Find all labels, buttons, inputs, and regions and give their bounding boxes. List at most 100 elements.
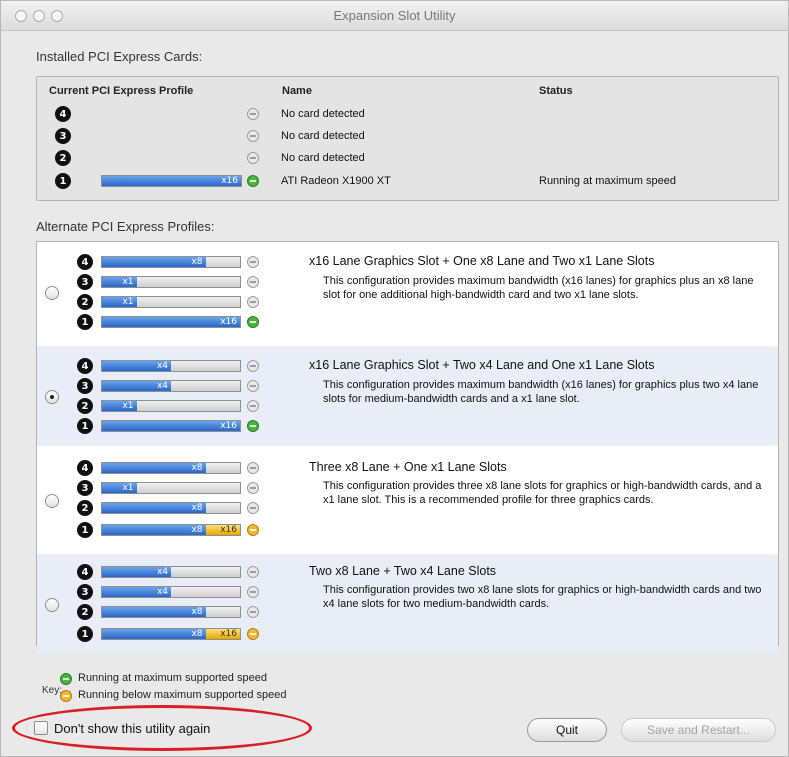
status-idle-icon bbox=[247, 360, 259, 372]
lane-bar: x4 bbox=[101, 380, 241, 392]
lane-fill: x1 bbox=[102, 401, 137, 411]
lane-bar: x16 bbox=[101, 420, 241, 432]
alternate-section-label: Alternate PCI Express Profiles: bbox=[36, 219, 215, 234]
lane-fill: x4 bbox=[102, 381, 171, 391]
header-profile: Current PCI Express Profile bbox=[49, 85, 194, 97]
slot-number-1: 1 bbox=[77, 522, 93, 538]
lane-fill: x8 bbox=[102, 463, 206, 473]
status-slow-icon bbox=[247, 628, 259, 640]
slot-number-3: 3 bbox=[77, 584, 93, 600]
slot-number-2: 2 bbox=[77, 500, 93, 516]
lane-fill: x1 bbox=[102, 277, 137, 287]
card-name: No card detected bbox=[281, 130, 365, 142]
status-ok-icon bbox=[247, 175, 259, 187]
profile-option-3[interactable]: 4 x8 3 x1 2 x8 1 x16 x8 Three x8 Lane + … bbox=[37, 450, 778, 550]
profile-description: This configuration provides maximum band… bbox=[323, 275, 754, 301]
alternate-profiles-list: 4 x8 3 x1 2 x1 1 x16 x16 Lane Graphics S… bbox=[36, 241, 779, 654]
slot-number-4: 4 bbox=[55, 106, 71, 122]
window-title: Expansion Slot Utility bbox=[333, 8, 456, 23]
status-idle-icon bbox=[247, 108, 259, 120]
installed-section-label: Installed PCI Express Cards: bbox=[36, 49, 203, 64]
profile-title: x16 Lane Graphics Slot + Two x4 Lane and… bbox=[309, 358, 655, 372]
slot-number-1: 1 bbox=[55, 173, 71, 189]
status-idle-icon bbox=[247, 502, 259, 514]
slot-number-1: 1 bbox=[77, 626, 93, 642]
slot-number-3: 3 bbox=[55, 128, 71, 144]
profile-title: Two x8 Lane + Two x4 Lane Slots bbox=[309, 564, 497, 578]
lane-bar: x16 bbox=[101, 316, 241, 328]
lane-fill: x16 bbox=[102, 421, 240, 431]
header-name: Name bbox=[282, 85, 312, 97]
lane-bar: x8 bbox=[101, 462, 241, 474]
status-idle-icon bbox=[247, 482, 259, 494]
slot-number-2: 2 bbox=[55, 150, 71, 166]
lane-bar: x8 bbox=[101, 606, 241, 618]
lane-bar: x8 bbox=[101, 256, 241, 268]
title-bar: Expansion Slot Utility bbox=[1, 1, 788, 31]
lane-bar: x1 bbox=[101, 296, 241, 308]
lane-fill: x1 bbox=[102, 483, 137, 493]
status-idle-icon bbox=[247, 566, 259, 578]
profile-description: This configuration provides maximum band… bbox=[323, 379, 759, 405]
profile-description: This configuration provides two x8 lane … bbox=[323, 584, 762, 610]
installed-row-4: 4 No card detected bbox=[37, 106, 778, 128]
lane-fill: x8 bbox=[102, 257, 206, 267]
lane-bar: x16 x8 bbox=[101, 524, 241, 536]
installed-cards-table: Current PCI Express Profile Name Status … bbox=[36, 76, 779, 201]
lane-fill: x4 bbox=[102, 587, 171, 597]
card-name: ATI Radeon X1900 XT bbox=[281, 175, 391, 187]
key-label: Key: bbox=[42, 685, 63, 696]
slot-number-2: 2 bbox=[77, 604, 93, 620]
profile-radio[interactable] bbox=[45, 598, 59, 612]
lane-bar: x8 bbox=[101, 502, 241, 514]
save-and-restart-button[interactable]: Save and Restart... bbox=[621, 718, 776, 742]
slot-number-1: 1 bbox=[77, 314, 93, 330]
profile-radio[interactable] bbox=[45, 286, 59, 300]
expansion-slot-utility-window: Expansion Slot Utility Installed PCI Exp… bbox=[0, 0, 789, 757]
key-slow-icon bbox=[60, 690, 72, 702]
status-idle-icon bbox=[247, 606, 259, 618]
key-green-text: Running at maximum supported speed bbox=[78, 672, 267, 684]
slot-number-4: 4 bbox=[77, 460, 93, 476]
status-ok-icon bbox=[247, 316, 259, 328]
status-idle-icon bbox=[247, 130, 259, 142]
slot-number-3: 3 bbox=[77, 274, 93, 290]
lane-fill: x4 bbox=[102, 361, 171, 371]
installed-row-3: 3 No card detected bbox=[37, 128, 778, 150]
card-status: Running at maximum speed bbox=[539, 175, 676, 187]
profile-title: Three x8 Lane + One x1 Lane Slots bbox=[309, 460, 507, 474]
profile-radio-selected[interactable] bbox=[45, 390, 59, 404]
header-status: Status bbox=[539, 85, 573, 97]
lane-fill: x16 bbox=[102, 176, 241, 186]
key-ok-icon bbox=[60, 673, 72, 685]
status-idle-icon bbox=[247, 276, 259, 288]
profile-radio[interactable] bbox=[45, 494, 59, 508]
lane-bar: x4 bbox=[101, 360, 241, 372]
lane-fill: x8 bbox=[102, 525, 206, 535]
profile-option-4[interactable]: 4 x4 3 x4 2 x8 1 x16 x8 Two x8 Lane + Tw… bbox=[37, 554, 778, 654]
status-slow-icon bbox=[247, 524, 259, 536]
lane-fill: x8 bbox=[102, 607, 206, 617]
status-ok-icon bbox=[247, 420, 259, 432]
status-idle-icon bbox=[247, 296, 259, 308]
lane-bar: x16 bbox=[101, 175, 242, 187]
quit-button[interactable]: Quit bbox=[527, 718, 607, 742]
profile-description: This configuration provides three x8 lan… bbox=[323, 480, 762, 506]
profile-option-1[interactable]: 4 x8 3 x1 2 x1 1 x16 x16 Lane Graphics S… bbox=[37, 242, 778, 342]
lane-fill: x16 bbox=[102, 317, 240, 327]
profile-title: x16 Lane Graphics Slot + One x8 Lane and… bbox=[309, 254, 655, 268]
slot-number-3: 3 bbox=[77, 378, 93, 394]
slot-number-1: 1 bbox=[77, 418, 93, 434]
slot-number-4: 4 bbox=[77, 254, 93, 270]
slot-number-4: 4 bbox=[77, 358, 93, 374]
profile-option-2[interactable]: 4 x4 3 x4 2 x1 1 x16 x16 Lane Graphics S… bbox=[37, 346, 778, 446]
lane-bar: x4 bbox=[101, 566, 241, 578]
status-idle-icon bbox=[247, 400, 259, 412]
lane-bar: x1 bbox=[101, 400, 241, 412]
key-orange-text: Running below maximum supported speed bbox=[78, 689, 287, 701]
installed-row-2: 2 No card detected bbox=[37, 150, 778, 172]
status-idle-icon bbox=[247, 152, 259, 164]
card-name: No card detected bbox=[281, 152, 365, 164]
lane-fill: x8 bbox=[102, 503, 206, 513]
lane-bar: x1 bbox=[101, 276, 241, 288]
